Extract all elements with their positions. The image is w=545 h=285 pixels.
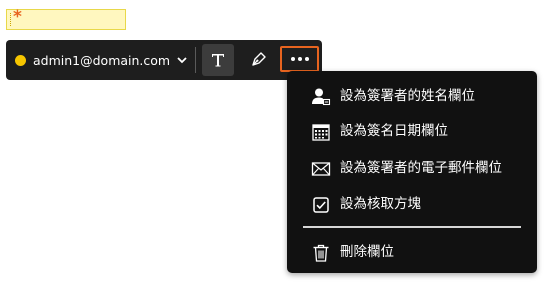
menu-item-set-checkbox[interactable]: 設為核取方塊 — [287, 187, 537, 221]
menu-item-delete-field[interactable]: 刪除欄位 — [287, 235, 537, 269]
chevron-down-icon — [177, 57, 187, 64]
signature-field[interactable]: * — [6, 7, 126, 30]
menu-item-label: 刪除欄位 — [340, 244, 394, 260]
text-tool-button[interactable] — [202, 44, 234, 76]
menu-divider — [303, 226, 521, 228]
menu-item-label: 設為簽署者的姓名欄位 — [340, 88, 475, 104]
calendar-icon — [312, 124, 330, 141]
menu-item-label: 設為核取方塊 — [340, 196, 421, 212]
field-toolbar: admin1@domain.com — [6, 40, 322, 80]
signer-dropdown[interactable]: admin1@domain.com — [6, 40, 196, 80]
text-T-icon — [212, 54, 224, 67]
required-asterisk: * — [13, 7, 22, 27]
envelope-icon — [311, 162, 331, 176]
pen-tool-button[interactable] — [248, 50, 268, 70]
menu-item-set-signing-date[interactable]: 設為簽名日期欄位 — [287, 114, 537, 148]
signer-email: admin1@domain.com — [33, 52, 171, 68]
more-options-menu: 設為簽署者的姓名欄位 設為簽名日期欄位 設為簽署者的電子郵件欄位 設為核取方塊 — [287, 71, 537, 273]
toolbar-divider — [195, 47, 196, 73]
field-resize-handle — [10, 13, 12, 26]
signer-color-dot — [15, 54, 26, 66]
menu-item-label: 設為簽署者的電子郵件欄位 — [340, 160, 502, 176]
checkbox-icon — [313, 197, 329, 213]
trash-icon — [313, 244, 329, 262]
more-options-button[interactable] — [280, 46, 319, 72]
menu-item-set-signer-email[interactable]: 設為簽署者的電子郵件欄位 — [287, 151, 537, 185]
menu-item-label: 設為簽名日期欄位 — [340, 123, 448, 139]
menu-item-set-signer-name[interactable]: 設為簽署者的姓名欄位 — [287, 79, 537, 113]
user-name-icon — [312, 88, 331, 106]
ellipsis-icon — [290, 57, 295, 61]
pen-icon — [252, 52, 266, 66]
